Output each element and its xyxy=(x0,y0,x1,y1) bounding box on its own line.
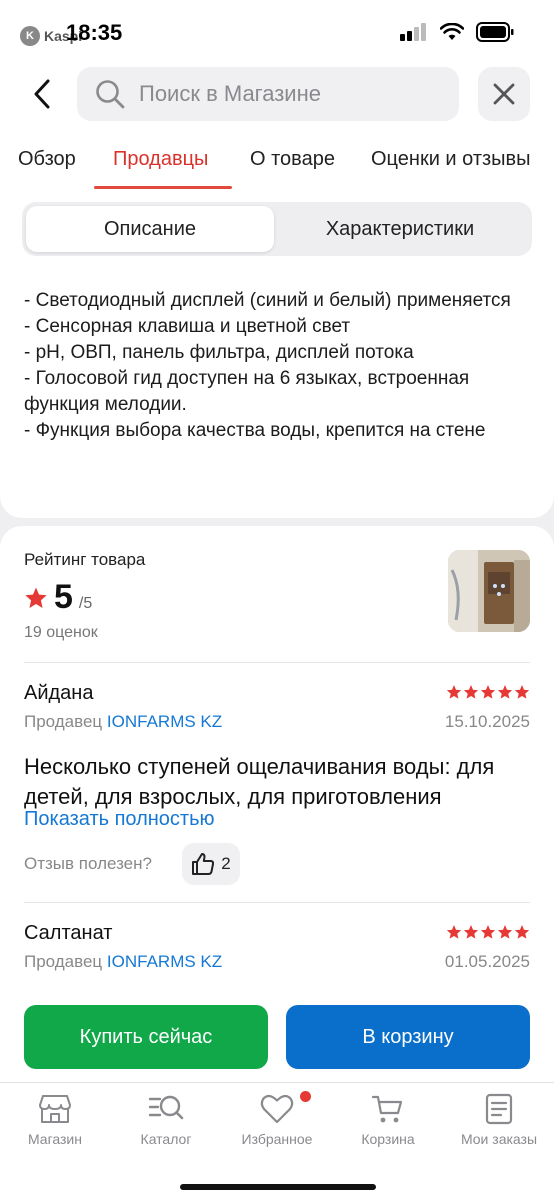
review-author: Айдана xyxy=(24,682,94,704)
close-icon xyxy=(493,83,515,105)
review-useful-label: Отзыв полезен? xyxy=(24,854,152,873)
status-icons xyxy=(400,22,514,42)
status-bar: K Kaspi 18:35 xyxy=(0,0,554,62)
tab-overview[interactable]: Обзор xyxy=(18,148,76,171)
segment-specs[interactable]: Характеристики xyxy=(276,206,524,252)
search-bar[interactable] xyxy=(77,67,459,121)
review-stars xyxy=(446,924,530,940)
heart-icon xyxy=(260,1094,294,1124)
home-indicator xyxy=(180,1184,376,1190)
nav-label: Избранное xyxy=(241,1131,313,1147)
kaspi-app-icon: K xyxy=(20,26,40,46)
search-icon xyxy=(96,80,125,109)
product-description: - Светодиодный дисплей (синий и белый) п… xyxy=(24,288,534,444)
active-tab-indicator xyxy=(94,186,232,189)
nav-orders[interactable]: Мои заказы xyxy=(444,1093,554,1147)
back-button[interactable] xyxy=(22,72,62,116)
rating-summary: 5 /5 xyxy=(24,578,92,617)
signal-icon xyxy=(400,23,426,41)
tab-reviews[interactable]: Оценки и отзывы xyxy=(371,148,531,171)
wifi-icon xyxy=(440,23,464,40)
tab-sellers[interactable]: Продавцы xyxy=(113,148,208,171)
star-icon xyxy=(514,925,530,939)
purchase-actions: Купить сейчас В корзину xyxy=(0,994,554,1082)
nav-label: Каталог xyxy=(140,1131,192,1147)
description-card: Описание Характеристики - Светодиодный д… xyxy=(0,190,554,518)
add-to-cart-button[interactable]: В корзину xyxy=(286,1005,530,1069)
seller-link[interactable]: IONFARMS KZ xyxy=(107,712,222,731)
like-button[interactable]: 2 xyxy=(182,843,240,885)
nav-catalog[interactable]: Каталог xyxy=(111,1093,221,1147)
nav-label: Мои заказы xyxy=(460,1131,538,1147)
star-icon xyxy=(463,685,479,699)
close-button[interactable] xyxy=(478,67,530,121)
status-time: 18:35 xyxy=(66,20,123,45)
battery-icon xyxy=(476,22,514,42)
orders-icon xyxy=(485,1093,513,1125)
description-line: - Сенсорная клавиша и цветной свет xyxy=(24,316,351,337)
product-tabs: Обзор Продавцы О товаре Оценки и отзывы xyxy=(0,142,554,190)
star-icon xyxy=(480,685,496,699)
divider xyxy=(24,902,530,903)
bottom-navigation: Магазин Каталог Избранное Корзина Мои за… xyxy=(0,1082,554,1200)
star-icon xyxy=(463,925,479,939)
segment-description[interactable]: Описание xyxy=(26,206,274,252)
rating-title: Рейтинг товара xyxy=(24,550,146,569)
divider xyxy=(24,662,530,663)
seller-prefix: Продавец xyxy=(24,952,103,971)
seller-link[interactable]: IONFARMS KZ xyxy=(107,952,222,971)
star-icon xyxy=(514,685,530,699)
store-icon xyxy=(39,1095,71,1123)
cart-icon xyxy=(371,1095,403,1123)
nav-favorites[interactable]: Избранное xyxy=(222,1091,332,1147)
nav-label: Корзина xyxy=(361,1131,415,1147)
review-date: 01.05.2025 xyxy=(444,952,530,971)
description-line: - Функция выбора качества воды, крепится… xyxy=(24,420,486,441)
review-author: Салтанат xyxy=(24,922,113,944)
tab-about-product[interactable]: О товаре xyxy=(250,148,335,171)
header: Обзор Продавцы О товаре Оценки и отзывы xyxy=(0,62,554,190)
product-image xyxy=(448,550,530,632)
search-input[interactable] xyxy=(139,81,439,107)
nav-label: Магазин xyxy=(27,1131,82,1147)
star-icon xyxy=(25,587,47,608)
star-icon xyxy=(446,685,462,699)
description-line: - Светодиодный дисплей (синий и белый) п… xyxy=(24,290,511,311)
chevron-left-icon xyxy=(34,79,50,109)
thumbs-up-icon xyxy=(192,853,215,875)
star-icon xyxy=(497,685,513,699)
rating-count: 19 оценок xyxy=(24,624,98,641)
star-icon xyxy=(446,925,462,939)
review-seller: Продавец IONFARMS KZ xyxy=(24,952,222,972)
description-line: - pH, ОВП, панель фильтра, дисплей поток… xyxy=(24,342,414,363)
show-more-link[interactable]: Показать полностью xyxy=(24,808,215,831)
description-segmented-control: Описание Характеристики xyxy=(22,202,532,256)
product-thumbnail[interactable] xyxy=(448,550,530,632)
nav-cart[interactable]: Корзина xyxy=(333,1093,443,1147)
star-icon xyxy=(480,925,496,939)
rating-max: /5 xyxy=(78,595,93,612)
star-icon xyxy=(497,925,513,939)
favorites-badge xyxy=(300,1091,311,1102)
seller-prefix: Продавец xyxy=(24,712,103,731)
review-seller: Продавец IONFARMS KZ xyxy=(24,712,222,732)
catalog-search-icon xyxy=(148,1095,184,1120)
description-line: - Голосовой гид доступен на 6 языках, вс… xyxy=(24,368,470,415)
review-text: Несколько ступеней ощелачивания воды: дл… xyxy=(24,754,495,809)
review-date: 15.10.2025 xyxy=(444,712,530,731)
like-count: 2 xyxy=(221,854,231,873)
buy-now-button[interactable]: Купить сейчас xyxy=(24,1005,268,1069)
nav-store[interactable]: Магазин xyxy=(0,1093,110,1147)
review-stars xyxy=(446,684,530,700)
rating-value: 5 xyxy=(54,578,73,616)
